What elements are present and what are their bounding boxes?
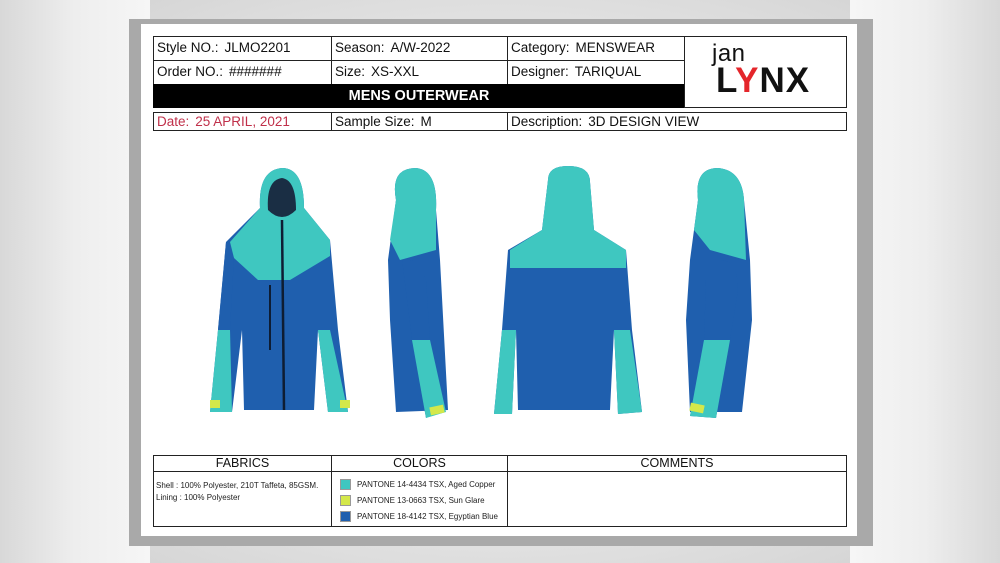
fabric-shell: Shell : 100% Polyester, 210T Taffeta, 85… (156, 481, 319, 490)
fabrics-cell: Shell : 100% Polyester, 210T Taffeta, 85… (153, 471, 332, 527)
designer-label: Designer: (511, 64, 569, 79)
color-row: PANTONE 13-0663 TSX, Sun Glare (340, 494, 485, 508)
size-label: Size: (335, 64, 366, 79)
description-value: 3D DESIGN VIEW (588, 114, 700, 129)
order-number-cell: Order NO.: ####### (153, 60, 332, 85)
category-label: Category: (511, 40, 570, 55)
style-number-label: Style NO.: (157, 40, 219, 55)
color-label: PANTONE 14-4434 TSX, Aged Copper (357, 480, 496, 489)
sample-size-label: Sample Size: (335, 114, 415, 129)
fabrics-header: FABRICS (153, 455, 332, 472)
season-value: A/W-2022 (390, 40, 451, 55)
color-label: PANTONE 13-0663 TSX, Sun Glare (357, 496, 485, 505)
background-blur-left (0, 0, 150, 563)
category-cell: Category: MENSWEAR (507, 36, 685, 61)
jacket-side-view-left (388, 168, 448, 418)
logo-l: L (716, 61, 736, 100)
category-value: MENSWEAR (575, 40, 656, 55)
description-label: Description: (511, 114, 583, 129)
sample-size-value: M (420, 114, 432, 129)
color-row: PANTONE 14-4434 TSX, Aged Copper (340, 478, 495, 492)
order-number-value: ####### (229, 64, 282, 79)
fabric-lining: Lining : 100% Polyester (156, 493, 241, 502)
season-label: Season: (335, 40, 385, 55)
date-value: 25 APRIL, 2021 (195, 114, 290, 129)
order-number-label: Order NO.: (157, 64, 224, 79)
season-cell: Season: A/W-2022 (331, 36, 508, 61)
colors-header: COLORS (331, 455, 508, 472)
logo-y: Y (735, 61, 760, 100)
date-cell: Date: 25 APRIL, 2021 (153, 112, 332, 131)
color-row: PANTONE 18-4142 TSX, Egyptian Blue (340, 510, 498, 524)
date-label: Date: (157, 114, 190, 129)
color-swatch (340, 479, 351, 491)
logo-nx: NX (759, 61, 811, 100)
jacket-front-view (210, 168, 350, 412)
color-label: PANTONE 18-4142 TSX, Egyptian Blue (357, 512, 498, 521)
logo-text-big: LYNX (716, 63, 810, 99)
description-cell: Description: 3D DESIGN VIEW (507, 112, 847, 131)
designer-value: TARIQUAL (574, 64, 642, 79)
jacket-back-view (494, 166, 642, 414)
color-swatch (340, 511, 351, 523)
colors-cell: PANTONE 14-4434 TSX, Aged Copper PANTONE… (331, 471, 508, 527)
jacket-views (210, 166, 752, 418)
style-number-value: JLMO2201 (224, 40, 291, 55)
comments-header: COMMENTS (507, 455, 847, 472)
size-cell: Size: XS-XXL (331, 60, 508, 85)
designer-cell: Designer: TARIQUAL (507, 60, 685, 85)
title-banner: MENS OUTERWEAR (153, 84, 685, 108)
size-value: XS-XXL (371, 64, 420, 79)
style-number-cell: Style NO.: JLMO2201 (153, 36, 332, 61)
sample-size-cell: Sample Size: M (331, 112, 508, 131)
comments-cell (507, 471, 847, 527)
jacket-side-view-right (686, 168, 752, 418)
color-swatch (340, 495, 351, 507)
